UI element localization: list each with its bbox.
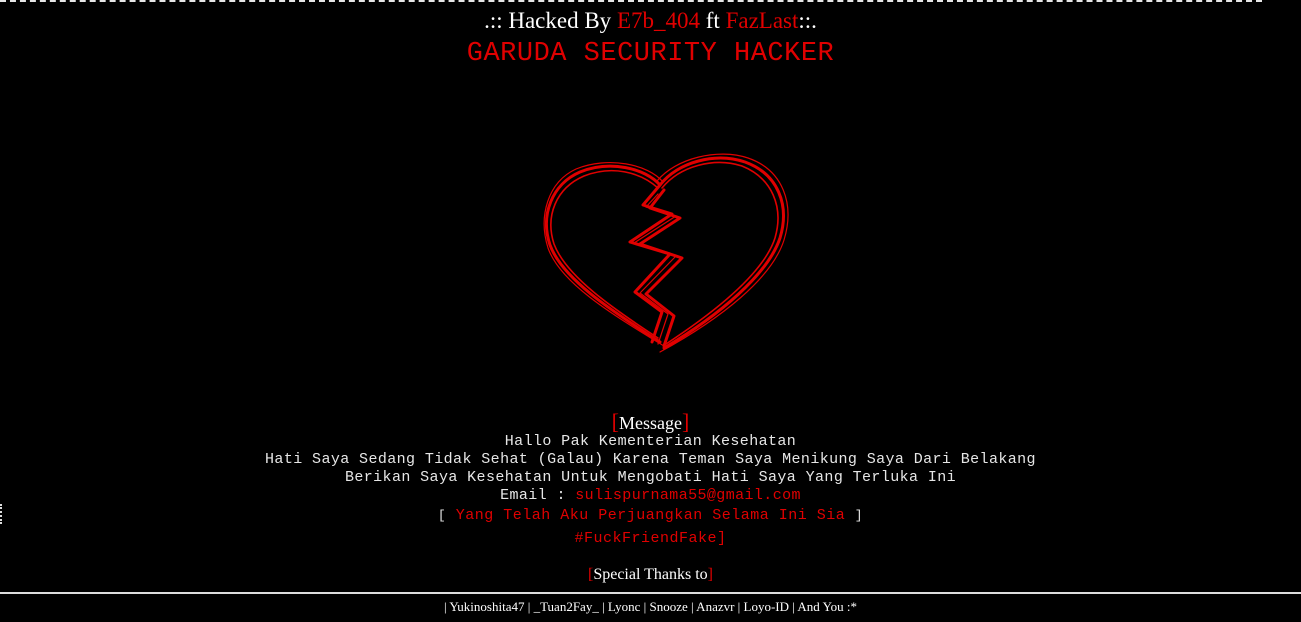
thanks-label: Special Thanks to xyxy=(593,566,708,583)
author-secondary: FazLast xyxy=(725,8,799,33)
title-prefix: .:: Hacked By xyxy=(484,8,617,33)
email-line: Email : sulispurnama55@gmail.com xyxy=(0,487,1301,505)
thanks-close-bracket: ] xyxy=(707,566,713,583)
message-line: Berikan Saya Kesehatan Untuk Mengobati H… xyxy=(344,469,957,486)
top-dashed-rule xyxy=(0,0,1262,2)
message-line: Hallo Pak Kementerian Kesehatan xyxy=(504,433,797,450)
team-name: GARUDA SECURITY HACKER xyxy=(466,39,835,69)
hashtag-line: #FuckFriendFake] xyxy=(0,529,1301,549)
footer-divider xyxy=(0,592,1301,594)
quote-text: Yang Telah Aku Perjuangkan Selama Ini Si… xyxy=(455,507,846,524)
message-line: Hati Saya Sedang Tidak Sehat (Galau) Kar… xyxy=(265,451,1036,468)
quote-close-bracket: ] xyxy=(854,508,864,523)
email-address: sulispurnama55@gmail.com xyxy=(575,487,801,504)
page-title: .:: Hacked By E7b_404 ft FazLast::. xyxy=(0,6,1301,36)
heading-close-bracket: ] xyxy=(681,409,690,434)
hashtag-close-bracket: ] xyxy=(717,530,727,547)
heading-label: Message xyxy=(619,413,682,433)
hashtag: #FuckFriendFake xyxy=(574,530,717,547)
credits-list: | Yukinoshita47 | _Tuan2Fay_ | Lyonc | S… xyxy=(443,599,858,614)
broken-heart-icon xyxy=(540,150,792,355)
title-joiner: ft xyxy=(700,8,726,33)
email-label: Email : xyxy=(500,487,576,504)
special-thanks-heading: [Special Thanks to] xyxy=(0,564,1301,586)
quote-line: [ Yang Telah Aku Perjuangkan Selama Ini … xyxy=(0,506,1301,526)
message-heading: [Message] xyxy=(0,410,1301,435)
heading-open-bracket: [ xyxy=(611,409,619,434)
author-primary: E7b_404 xyxy=(616,8,700,33)
quote-open-bracket: [ xyxy=(437,508,447,523)
title-suffix: ::. xyxy=(798,8,817,33)
message-body: Hallo Pak Kementerian Kesehatan Hati Say… xyxy=(0,433,1301,505)
